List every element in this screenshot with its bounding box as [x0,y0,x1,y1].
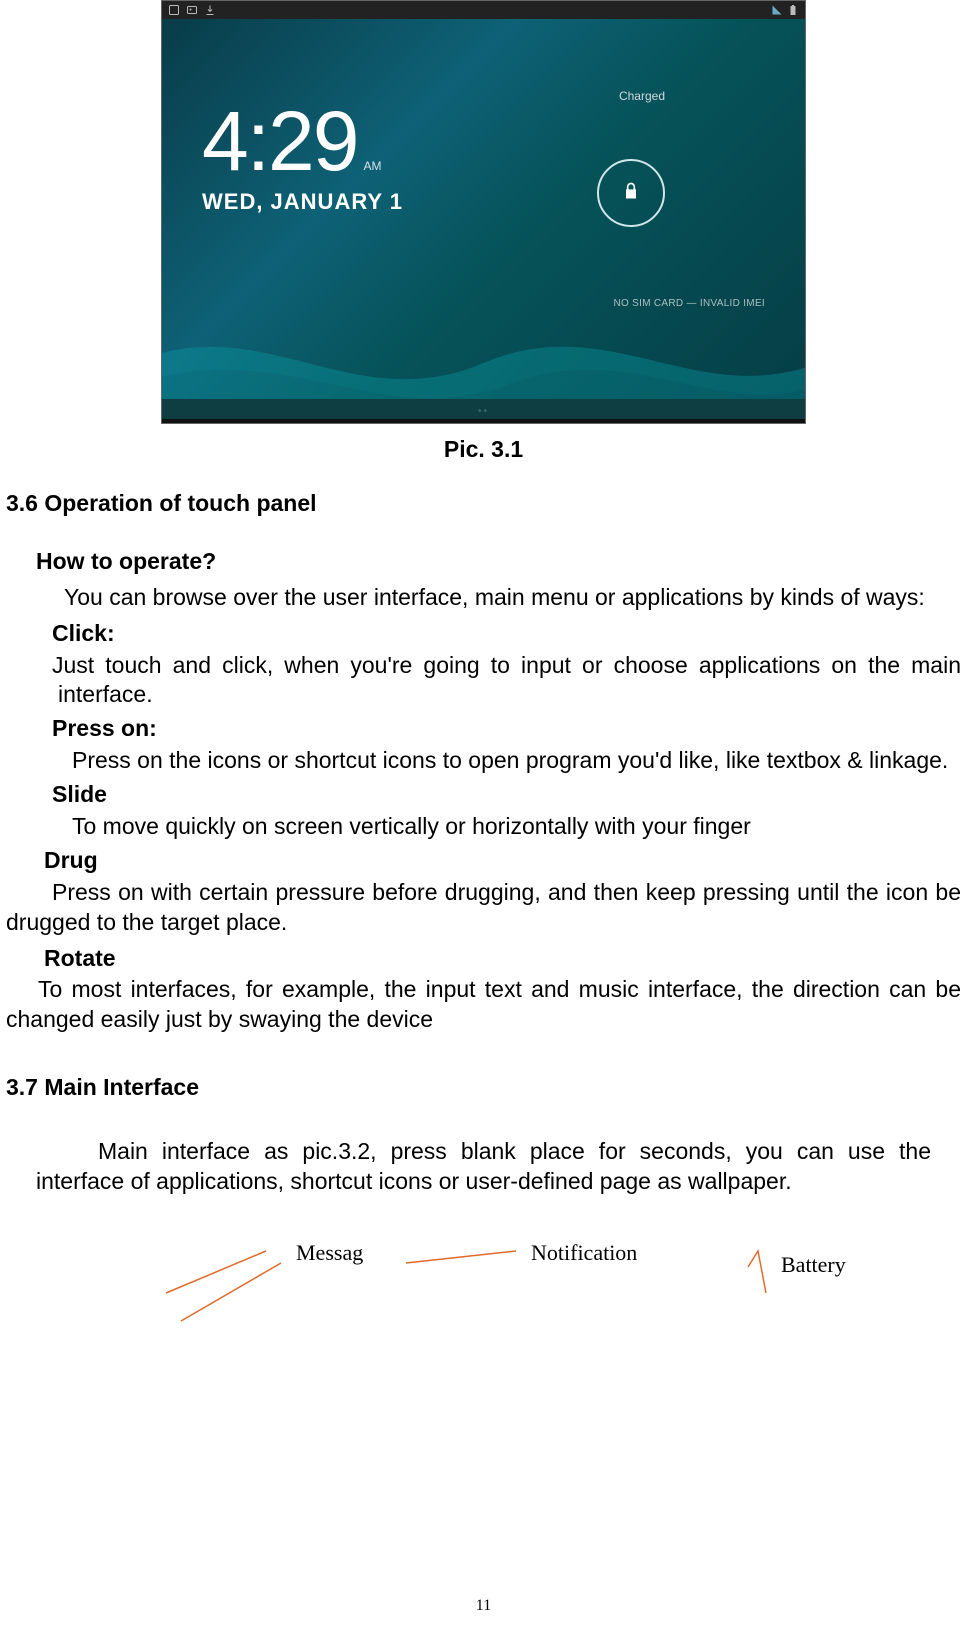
lockscreen-clock: 4:29 AM WED, JANUARY 1 [202,99,403,215]
click-heading: Click: [52,619,961,649]
clock-ampm: AM [364,160,382,172]
lock-icon [621,179,641,208]
howto-heading: How to operate? [36,547,961,577]
intro-paragraph: You can browse over the user interface, … [6,583,961,613]
image-icon [186,4,198,16]
slide-body: To move quickly on screen vertically or … [72,812,961,842]
screenshot-icon [168,4,180,16]
tablet-screenshot: 4:29 AM WED, JANUARY 1 Charged NO SIM CA… [161,0,806,424]
rotate-body: To most interfaces, for example, the inp… [6,975,961,1035]
presson-body: Press on the icons or shortcut icons to … [72,746,961,776]
slide-heading: Slide [52,780,961,810]
signal-icon [771,4,783,16]
charged-label: Charged [619,89,665,103]
callout-messag: Messag [296,1239,363,1268]
drug-body: Press on with certain pressure before dr… [6,878,961,938]
page-number: 11 [0,1597,967,1615]
section-3-6-heading: 3.6 Operation of touch panel [6,489,961,519]
tablet-lockscreen: 4:29 AM WED, JANUARY 1 Charged NO SIM CA… [162,19,805,399]
sim-status-label: NO SIM CARD — INVALID IMEI [613,298,765,309]
drug-heading: Drug [44,846,961,876]
clock-time: 4:29 [202,99,358,183]
clock-date: WED, JANUARY 1 [202,189,403,215]
callout-battery: Battery [781,1251,846,1280]
download-icon [204,4,216,16]
click-body: Just touch and click, when you're going … [52,651,961,711]
tablet-statusbar [162,1,805,19]
section-3-7-heading: 3.7 Main Interface [6,1073,961,1103]
callout-figure: Messag Notification Battery [6,1221,961,1341]
battery-icon [787,4,799,16]
figure-caption: Pic. 3.1 [0,436,967,463]
presson-heading: Press on: [52,714,961,744]
lock-button[interactable] [597,159,665,227]
rotate-heading: Rotate [44,944,961,974]
callout-notification: Notification [531,1239,637,1268]
section-3-7-body: Main interface as pic.3.2, press blank p… [36,1137,931,1197]
